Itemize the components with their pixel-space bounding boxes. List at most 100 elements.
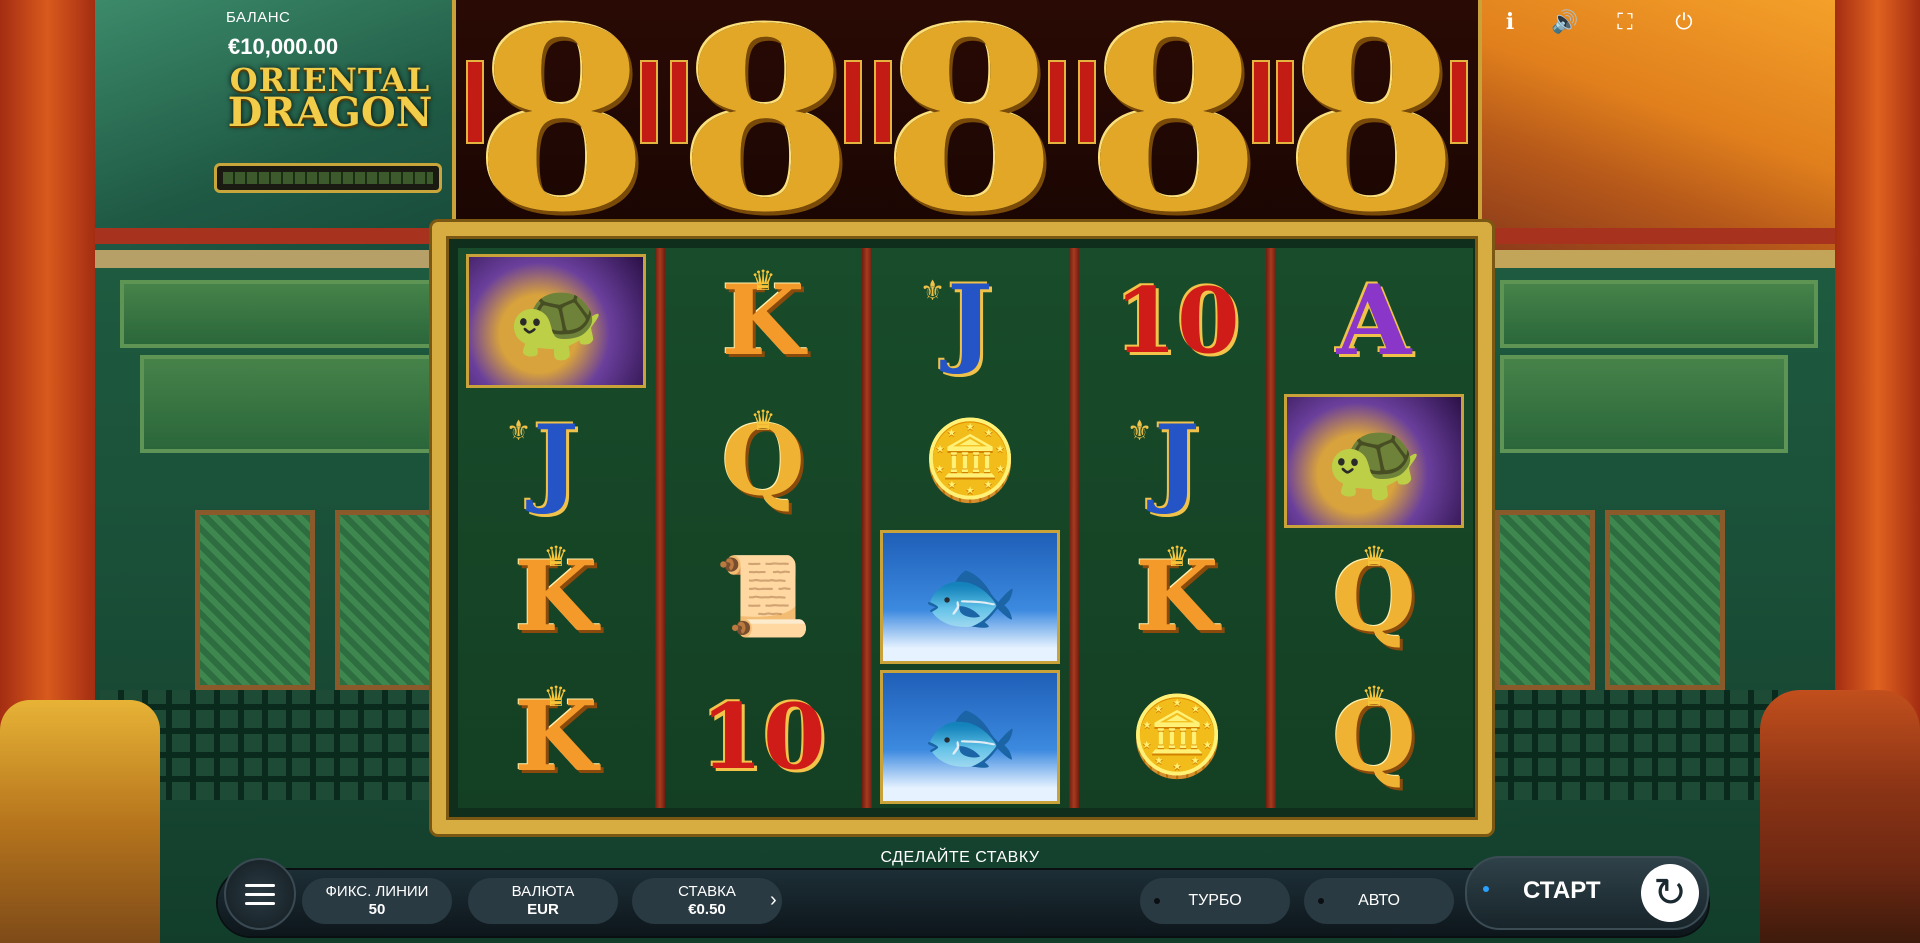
info-icon[interactable]: i [1496,8,1524,36]
fish-icon: 🐟 [921,552,1019,640]
symbol-scroll-icon: 📜 [673,530,853,664]
symbol-turtle-icon: 🐢 [466,254,646,388]
game-logo: ORIENTAL DRAGON [210,64,450,136]
currency-selector[interactable]: ВАЛЮТА EUR [468,878,618,924]
crown-icon: ♛ [543,541,569,572]
currency-label: ВАЛЮТА [511,883,575,900]
bet-value: €0.50 [688,901,726,918]
reel-divider [1069,248,1079,808]
fleur-de-lis-icon: ⚜ [920,275,946,306]
lines-value: 50 [368,901,386,918]
carved-panel [1500,280,1818,348]
dragon-eight: 8 [1274,0,1470,267]
crown-icon: ♛ [1164,541,1190,572]
chevron-right-icon[interactable]: › [770,889,777,912]
roof-band-left [95,228,455,244]
dragon-eights-header: 8 8 8 8 8 [452,0,1482,267]
coins-icon: 🪙 [921,416,1019,504]
symbol-coins-icon: 🪙 [1087,670,1267,804]
logo-line-2: DRAGON [227,88,433,136]
dragon-eight: 8 [1076,0,1272,267]
auto-label: АВТО [1358,892,1400,909]
symbol-q: ♛ Q [1284,530,1464,664]
dragon-eight: 8 [668,0,864,267]
symbol-k: ♛ K [466,670,646,804]
symbol-letter: A [1336,264,1412,377]
scroll-icon: 📜 [714,552,812,640]
lantern-icon [1450,60,1468,144]
carved-panel [1500,355,1788,453]
symbol-letter: J [947,264,993,377]
reel-divider [1266,248,1276,808]
symbol-q: ♛ Q [673,394,853,528]
sound-icon[interactable]: 🔊 [1551,8,1579,36]
eight-digit: 8 [1285,0,1459,267]
crown-icon: ♛ [543,681,569,712]
fish-icon: 🐟 [921,692,1019,780]
fleur-de-lis-icon: ⚜ [506,415,532,446]
temple-door [1605,510,1725,690]
crown-icon: ♛ [750,265,776,296]
menu-button[interactable] [224,858,296,930]
symbol-10: 10 [673,670,853,804]
temple-door [195,510,315,690]
spin-icon[interactable]: ↻ [1641,864,1699,922]
power-icon[interactable]: ⏻ [1670,8,1698,36]
turbo-toggle[interactable]: ТУРБО [1140,878,1290,924]
toggle-indicator [1318,898,1324,904]
lantern-icon [844,60,862,144]
auto-toggle[interactable]: АВТО [1304,878,1454,924]
symbol-letter: 10 [1114,268,1240,374]
dragon-eight: 8 [872,0,1068,267]
symbol-coins-icon: 🪙 [880,394,1060,528]
start-button[interactable]: СТАРТ ↻ [1465,856,1709,930]
fullscreen-icon[interactable]: ⛶ [1611,8,1639,36]
feature-progress-bar [214,163,442,193]
symbol-fish-icon: 🐟 [880,670,1060,804]
symbol-turtle-icon: 🐢 [1284,394,1464,528]
eight-digit: 8 [883,0,1057,267]
fixed-lines-display[interactable]: ФИКС. ЛИНИИ 50 [302,878,452,924]
symbol-letter: 10 [700,684,826,790]
balance-label: БАЛАНС [226,9,291,26]
lantern-icon [466,60,484,144]
lantern-icon [1252,60,1270,144]
crown-icon: ♛ [750,405,776,436]
eight-digit: 8 [679,0,853,267]
symbol-letter: J [533,404,579,517]
symbol-q: ♛ Q [1284,670,1464,804]
lantern-icon [1048,60,1066,144]
symbol-fish-icon: 🐟 [880,530,1060,664]
symbol-j: ⚜ J [880,254,1060,388]
temple-door [1495,510,1595,690]
progress-fill [223,172,433,184]
symbol-a: A [1284,254,1464,388]
dragon-eight: 8 [464,0,660,245]
lattice-fence [1490,690,1790,800]
lantern-icon [874,60,892,144]
turtle-icon: 🐢 [1325,416,1423,504]
roof-band-right [1480,228,1835,244]
pillar-base-left [0,700,160,943]
lantern-icon [1276,60,1294,144]
fleur-de-lis-icon: ⚜ [1127,415,1153,446]
currency-value: EUR [527,901,559,918]
eight-digit: 8 [1087,0,1261,267]
bet-label: СТАВКА [678,883,736,900]
turtle-icon: 🐢 [507,276,605,364]
symbol-k: ♛ K [673,254,853,388]
reel-divider [655,248,665,808]
crown-icon: ♛ [1361,681,1387,712]
carved-panel [120,280,448,348]
symbol-k: ♛ K [466,530,646,664]
bet-selector[interactable]: СТАВКА €0.50 [632,878,782,924]
pillar-base-right [1760,690,1920,943]
symbol-k: ♛ K [1087,530,1267,664]
toggle-indicator [1154,898,1160,904]
hamburger-icon [245,878,275,911]
lines-label: ФИКС. ЛИНИИ [325,883,429,900]
balance-value: €10,000.00 [228,34,339,59]
symbol-j: ⚜ J [1087,394,1267,528]
start-label: СТАРТ [1523,877,1601,904]
reel-divider [862,248,872,808]
